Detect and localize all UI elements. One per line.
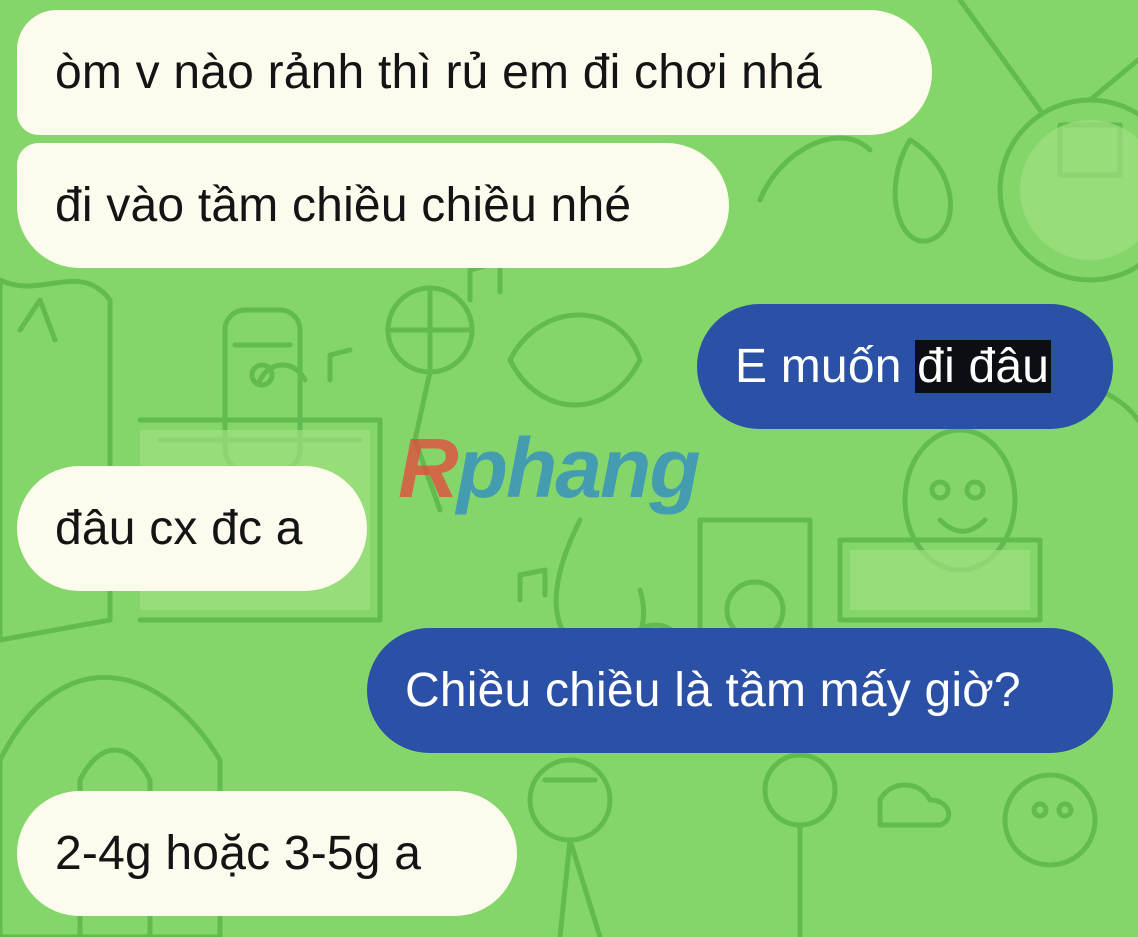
- outgoing-message[interactable]: Chiều chiều là tầm mấy giờ?: [367, 628, 1113, 753]
- message-text: đi vào tầm chiều chiều nhé: [55, 179, 632, 232]
- incoming-message[interactable]: òm v nào rảnh thì rủ em đi chơi nhá: [17, 10, 932, 135]
- message-text: òm v nào rảnh thì rủ em đi chơi nhá: [55, 46, 822, 99]
- message-text: 2-4g hoặc 3-5g a: [55, 827, 422, 880]
- message-text-plain: E muốn: [735, 340, 916, 393]
- incoming-message[interactable]: đâu cx đc a: [17, 466, 367, 591]
- outgoing-message[interactable]: E muốn đi đâu: [697, 304, 1113, 429]
- selected-text-highlight[interactable]: đi đâu: [915, 340, 1052, 393]
- chat-message-list[interactable]: òm v nào rảnh thì rủ em đi chơi nhá đi v…: [0, 0, 1138, 937]
- message-text: Chiều chiều là tầm mấy giờ?: [405, 664, 1021, 717]
- message-text: đâu cx đc a: [55, 502, 303, 555]
- incoming-message[interactable]: 2-4g hoặc 3-5g a: [17, 791, 517, 916]
- incoming-message[interactable]: đi vào tầm chiều chiều nhé: [17, 143, 729, 268]
- message-text: E muốn đi đâu: [735, 339, 1052, 394]
